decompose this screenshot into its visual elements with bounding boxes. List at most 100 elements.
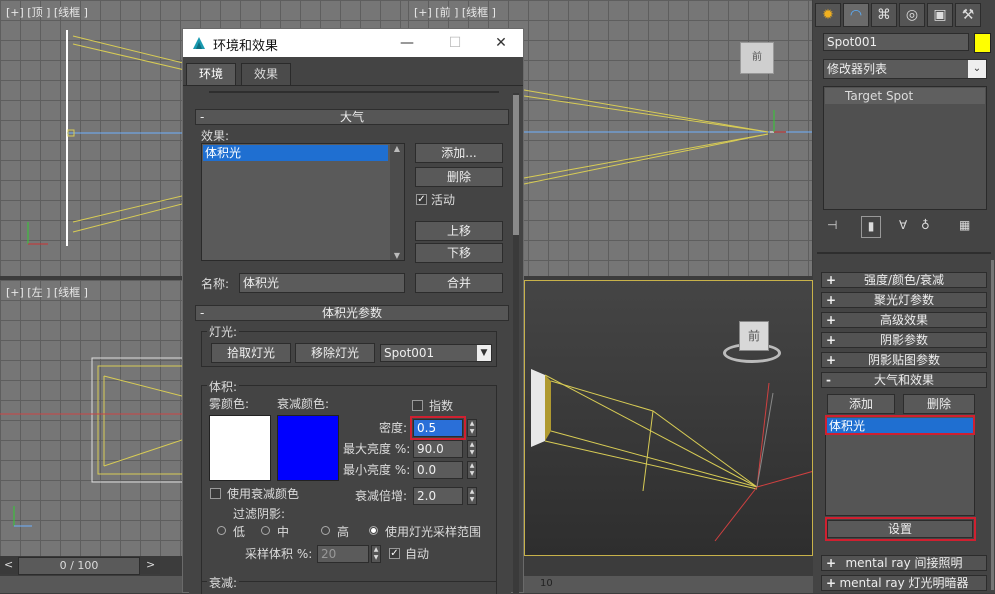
fog-color-swatch[interactable] bbox=[209, 415, 271, 481]
dialog-app-icon bbox=[191, 35, 207, 51]
modifier-list-dropdown[interactable]: 修改器列表 ⌄ bbox=[823, 59, 987, 79]
utilities-tab-icon[interactable]: ⚒ bbox=[955, 3, 981, 27]
effects-list-item[interactable]: 体积光 bbox=[203, 145, 388, 161]
modify-tab-icon[interactable]: ◠ bbox=[843, 3, 869, 27]
radio-low[interactable] bbox=[217, 526, 226, 535]
chevron-down-icon: ▼ bbox=[477, 345, 491, 361]
viewport-perspective[interactable]: 前 bbox=[524, 280, 813, 556]
density-highlight bbox=[410, 416, 466, 440]
pin-stack-icon[interactable]: ⊣ bbox=[827, 218, 837, 232]
rollout-shadow-params[interactable]: + 阴影参数 bbox=[821, 332, 987, 348]
time-slider-thumb[interactable]: 0 / 100 bbox=[18, 557, 140, 575]
tab-environment[interactable]: 环境 bbox=[186, 63, 237, 85]
rollout-mr-shader[interactable]: + mental ray 灯光明暗器 bbox=[821, 575, 987, 591]
modifier-stack[interactable]: Target Spot bbox=[823, 86, 987, 210]
modifier-stack-item[interactable]: Target Spot bbox=[825, 88, 985, 104]
exponential-checkbox[interactable] bbox=[412, 400, 423, 411]
sample-volume-spinner[interactable]: ▲ ▼ bbox=[371, 545, 381, 563]
expand-icon: + bbox=[826, 556, 837, 570]
atmos-add-button[interactable]: 添加 bbox=[827, 394, 895, 414]
display-tab-icon[interactable]: ▣ bbox=[927, 3, 953, 27]
make-unique-icon[interactable]: ∀ bbox=[899, 218, 907, 232]
rollout-intensity[interactable]: + 强度/颜色/衰减 bbox=[821, 272, 987, 288]
expand-icon: + bbox=[826, 576, 837, 590]
active-checkbox[interactable]: ✓ bbox=[416, 194, 427, 205]
density-spinner[interactable]: ▲ ▼ bbox=[467, 419, 477, 437]
show-end-result-icon[interactable]: ▮ bbox=[861, 216, 881, 238]
radio-high[interactable] bbox=[321, 526, 330, 535]
remove-modifier-icon[interactable]: ♁ bbox=[921, 218, 930, 232]
pick-light-button[interactable]: 拾取灯光 bbox=[211, 343, 291, 363]
minimize-icon[interactable]: — bbox=[391, 32, 423, 54]
dialog-scroll-panel: - 大气 效果: 体积光 ▲ ▼ 添加... 删除 ✓ 活动 上移 下移 名称:… bbox=[189, 87, 511, 594]
track-bar-right[interactable]: 10 bbox=[524, 576, 813, 593]
min-bright-field[interactable]: 0.0 bbox=[413, 461, 463, 479]
effect-name-field[interactable]: 体积光 bbox=[239, 273, 405, 293]
radio-use-light-range[interactable] bbox=[369, 526, 378, 535]
use-atten-color-checkbox[interactable] bbox=[210, 488, 221, 499]
light-select-dropdown[interactable]: Spot001 ▼ bbox=[380, 344, 492, 362]
object-name-field[interactable]: Spot001 bbox=[823, 33, 969, 51]
atten-mult-spinner[interactable]: ▲ ▼ bbox=[467, 487, 477, 505]
modifier-list-label: 修改器列表 bbox=[827, 62, 888, 76]
track-tick-label: 10 bbox=[540, 578, 553, 589]
delete-effect-button[interactable]: 删除 bbox=[415, 167, 503, 187]
persp-viewcube[interactable]: 前 bbox=[723, 321, 781, 363]
effects-list-scrollbar[interactable]: ▲ ▼ bbox=[390, 144, 404, 260]
atmos-delete-button[interactable]: 删除 bbox=[903, 394, 975, 414]
expand-icon: + bbox=[826, 313, 837, 327]
time-position: 0 / 100 bbox=[59, 559, 99, 572]
viewport-left[interactable]: [+] [左 ] [线框 ] bbox=[0, 280, 182, 556]
rollout-atmosphere[interactable]: - 大气 bbox=[195, 109, 509, 125]
track-bar[interactable] bbox=[0, 576, 182, 593]
rollout-shadow-map[interactable]: + 阴影贴图参数 bbox=[821, 352, 987, 368]
add-effect-button[interactable]: 添加... bbox=[415, 143, 503, 163]
hierarchy-tab-icon[interactable]: ⌘ bbox=[871, 3, 897, 27]
close-icon[interactable]: ✕ bbox=[485, 32, 517, 54]
lights-group-label: 灯光: bbox=[207, 323, 240, 340]
dialog-scrollbar[interactable] bbox=[513, 93, 519, 593]
move-up-button[interactable]: 上移 bbox=[415, 221, 503, 241]
radio-mid[interactable] bbox=[261, 526, 270, 535]
create-tab-icon[interactable]: ✹ bbox=[815, 3, 841, 27]
object-color-swatch[interactable] bbox=[974, 33, 991, 53]
move-down-button[interactable]: 下移 bbox=[415, 243, 503, 263]
dialog-tabs: 环境 效果 bbox=[183, 63, 523, 86]
atten-mult-field[interactable]: 2.0 bbox=[413, 487, 463, 505]
chevron-down-icon: ⌄ bbox=[968, 60, 986, 78]
time-next-button[interactable]: > bbox=[146, 558, 155, 571]
time-slider[interactable]: < 0 / 100 > bbox=[0, 556, 160, 575]
effects-list[interactable]: 体积光 ▲ ▼ bbox=[201, 143, 405, 261]
environment-effects-dialog[interactable]: 环境和效果 — ☐ ✕ 环境 效果 - 大气 效果: 体积光 ▲ ▼ 添加...… bbox=[182, 28, 524, 594]
dialog-title: 环境和效果 bbox=[213, 39, 279, 54]
auto-checkbox[interactable]: ✓ bbox=[389, 548, 400, 559]
configure-sets-icon[interactable]: ▦ bbox=[959, 218, 970, 232]
atten-color-swatch[interactable] bbox=[277, 415, 339, 481]
rollout-volume-light[interactable]: - 体积光参数 bbox=[195, 305, 509, 321]
divider bbox=[817, 252, 991, 254]
max-bright-spinner[interactable]: ▲ ▼ bbox=[467, 440, 477, 458]
min-bright-label: 最小亮度 %: bbox=[343, 463, 411, 477]
command-panel-scrollbar[interactable] bbox=[991, 260, 994, 590]
motion-tab-icon[interactable]: ◎ bbox=[899, 3, 925, 27]
rollout-mr-indirect[interactable]: + mental ray 间接照明 bbox=[821, 555, 987, 571]
rollout-collapse-icon: - bbox=[200, 110, 205, 124]
merge-button[interactable]: 合并 bbox=[415, 273, 503, 293]
remove-light-button[interactable]: 移除灯光 bbox=[295, 343, 375, 363]
name-label: 名称: bbox=[201, 277, 230, 291]
rollout-atmos-effects[interactable]: - 大气和效果 bbox=[821, 372, 987, 388]
sample-volume-field[interactable]: 20 bbox=[317, 545, 369, 563]
maximize-icon[interactable]: ☐ bbox=[439, 32, 471, 54]
rollout-atmos-title: 大气和效果 bbox=[873, 373, 934, 387]
dialog-titlebar[interactable]: 环境和效果 — ☐ ✕ bbox=[183, 29, 523, 57]
rollout-advanced-effects[interactable]: + 高级效果 bbox=[821, 312, 987, 328]
tab-effects[interactable]: 效果 bbox=[241, 63, 292, 85]
filter-shadows-label: 过滤阴影: bbox=[233, 507, 286, 521]
max-bright-field[interactable]: 90.0 bbox=[413, 440, 463, 458]
volume-group-label: 体积: bbox=[207, 378, 240, 395]
front-viewcube[interactable]: 前 bbox=[740, 42, 774, 74]
min-bright-spinner[interactable]: ▲ ▼ bbox=[467, 461, 477, 479]
time-prev-button[interactable]: < bbox=[4, 558, 13, 571]
rollout-spotlight-params[interactable]: + 聚光灯参数 bbox=[821, 292, 987, 308]
stack-tools: ⊣ ▮ ∀ ♁ ▦ bbox=[821, 216, 987, 240]
